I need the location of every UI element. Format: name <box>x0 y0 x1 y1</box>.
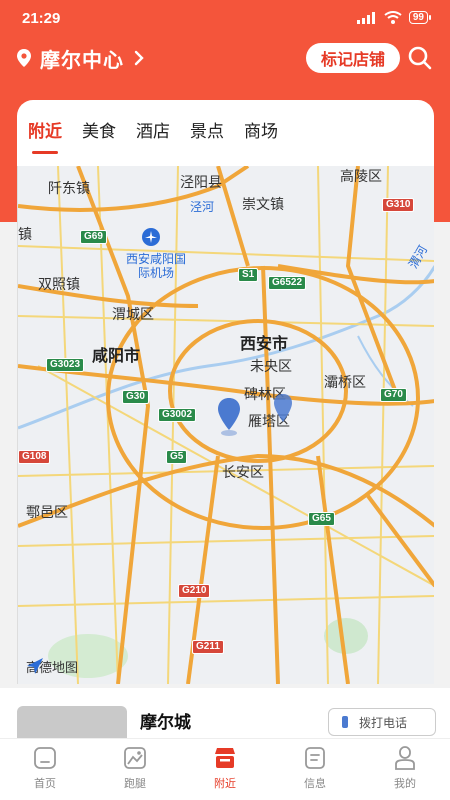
map-view[interactable]: 阡东镇 泾阳县 泾河 崇文镇 高陵区 镇 西安咸阳国际机场 渭河 双照镇 渭城区… <box>17 166 434 684</box>
call-button[interactable]: 拨打电话 <box>328 708 436 736</box>
nearby-store-icon <box>215 748 235 768</box>
map-provider-logo: 高德地图 <box>26 657 78 676</box>
tabbar-item-profile[interactable]: 我的 <box>360 739 450 800</box>
highway-shield: G3002 <box>158 408 197 422</box>
map-label: 阡东镇 <box>48 180 90 196</box>
map-label-airport: 西安咸阳国际机场 <box>125 252 186 280</box>
tabbar-label: 附近 <box>214 778 236 790</box>
map-label: 崇文镇 <box>242 196 284 212</box>
search-button[interactable] <box>406 44 434 72</box>
home-icon <box>34 747 56 769</box>
map-label: 双照镇 <box>38 276 80 292</box>
highway-shield: G6522 <box>268 276 307 290</box>
highway-shield: S1 <box>238 268 259 282</box>
tab-mall[interactable]: 商场 <box>244 120 278 148</box>
status-bar: 21:29 99 <box>0 0 450 38</box>
location-pin-icon <box>17 49 31 67</box>
store-marker-icon[interactable] <box>216 396 242 436</box>
highway-shield: G210 <box>178 584 211 598</box>
tabbar-label: 跑腿 <box>124 778 146 790</box>
highway-shield: G310 <box>382 198 415 212</box>
tabbar-label: 信息 <box>304 778 326 790</box>
airport-icon <box>142 228 160 246</box>
map-label: 长安区 <box>222 464 264 480</box>
mark-store-button[interactable]: 标记店铺 <box>306 43 400 73</box>
tab-scenic[interactable]: 景点 <box>190 120 224 148</box>
map-label: 泾阳县 <box>180 174 222 190</box>
map-label: 灞桥区 <box>324 374 366 390</box>
map-label: 高陵区 <box>340 168 382 184</box>
battery-indicator: 99 <box>408 11 432 24</box>
tab-food[interactable]: 美食 <box>82 120 116 148</box>
current-location: 摩尔中心 <box>40 49 124 72</box>
tabbar-item-info[interactable]: 信息 <box>270 739 360 800</box>
store-marker-icon[interactable] <box>272 392 294 426</box>
tabbar-label: 首页 <box>34 778 56 790</box>
tabbar-label: 我的 <box>394 778 416 790</box>
category-tabs: 附近 美食 酒店 景点 商场 <box>28 120 278 154</box>
call-button-label: 拨打电话 <box>359 715 408 730</box>
bottom-tabbar: 首页 跑腿 附近 信息 我的 <box>0 738 450 800</box>
tab-hotel[interactable]: 酒店 <box>136 120 170 148</box>
highway-shield: G69 <box>80 230 107 244</box>
errand-icon <box>124 747 146 769</box>
signal-icon <box>356 11 375 24</box>
store-thumbnail[interactable] <box>17 706 127 738</box>
tabbar-item-nearby[interactable]: 附近 <box>180 739 270 800</box>
store-name[interactable]: 摩尔城 <box>140 708 191 733</box>
highway-shield: G3023 <box>46 358 85 372</box>
navigation-arrow-icon <box>27 658 43 674</box>
highway-shield: G30 <box>122 390 149 404</box>
map-label: 镇 <box>18 226 32 242</box>
tabbar-item-home[interactable]: 首页 <box>0 739 90 800</box>
tab-nearby[interactable]: 附近 <box>28 120 62 154</box>
tabbar-item-errand[interactable]: 跑腿 <box>90 739 180 800</box>
highway-shield: G70 <box>380 388 407 402</box>
chevron-right-icon <box>134 50 144 66</box>
wifi-icon <box>384 11 402 24</box>
map-label-city: 西安市 <box>240 336 289 353</box>
search-icon <box>408 46 432 70</box>
highway-shield: G211 <box>192 640 224 654</box>
highway-shield: G5 <box>166 450 188 464</box>
location-selector[interactable]: 摩尔中心 <box>16 42 144 74</box>
map-label: 鄠邑区 <box>26 504 68 520</box>
phone-icon <box>342 716 348 728</box>
info-icon <box>305 747 325 769</box>
highway-shield: G108 <box>18 450 51 464</box>
map-label-city: 咸阳市 <box>92 348 141 365</box>
map-label: 泾河 <box>190 200 215 214</box>
status-icons: 99 <box>356 11 432 24</box>
profile-icon <box>395 746 415 770</box>
map-label: 渭城区 <box>112 306 154 322</box>
status-time: 21:29 <box>22 10 61 27</box>
highway-shield: G65 <box>308 512 335 526</box>
store-list: 摩尔城 拨打电话 <box>0 688 450 738</box>
map-label: 未央区 <box>250 358 292 374</box>
